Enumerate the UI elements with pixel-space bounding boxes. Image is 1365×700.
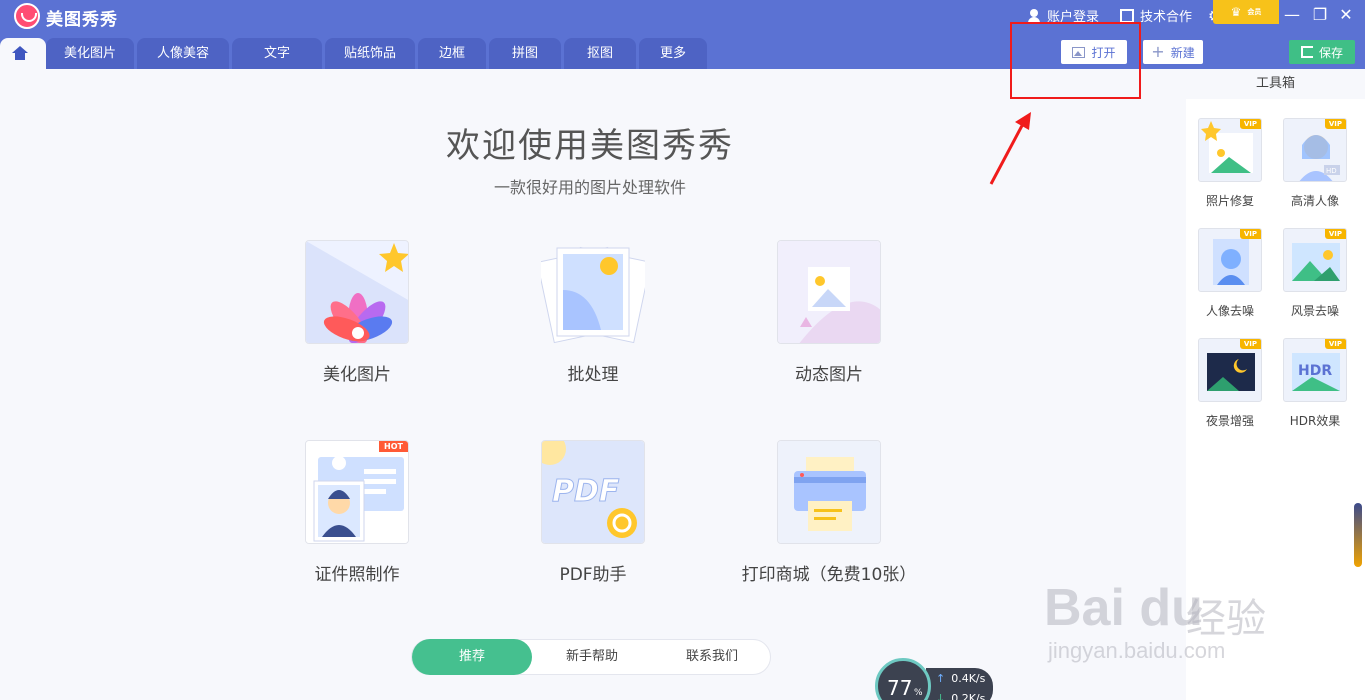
feature-label: PDF助手	[559, 565, 627, 585]
hd-tag: HD	[1326, 167, 1337, 175]
tab-recommend[interactable]: 推荐	[412, 639, 532, 675]
minimize-button[interactable]: —	[1280, 2, 1304, 28]
portrait-denoise-icon: VIP	[1198, 228, 1262, 292]
watermark-url: jingyan.baidu.com	[1048, 638, 1226, 663]
tab-more[interactable]: 更多	[639, 38, 707, 69]
tool-label: 照片修复	[1205, 194, 1254, 208]
restore-button[interactable]: ❐	[1308, 2, 1332, 28]
scrollbar[interactable]	[1354, 503, 1362, 567]
tech-cooperation-label: 技术合作	[1140, 10, 1193, 25]
tab-cutout[interactable]: 抠图	[564, 38, 636, 69]
crown-icon: ♛	[1230, 5, 1242, 19]
tablet-icon	[1120, 8, 1134, 23]
tool-night-enhance[interactable]: VIP 夜景增强	[1191, 338, 1269, 429]
hdr-tag: HDR	[1298, 363, 1332, 379]
vip-badge: VIP	[1324, 339, 1346, 349]
hdr-icon: HDR VIP	[1283, 338, 1347, 402]
id-card-icon	[306, 441, 408, 543]
download-speed: ↓ 0.2K/s	[936, 692, 985, 700]
vip-badge: VIP	[1239, 119, 1261, 129]
bottom-tab-bar: 推荐 新手帮助 联系我们	[411, 639, 771, 675]
feature-tile: PDF	[541, 440, 645, 544]
feature-print-mall[interactable]: 打印商城（免费10张）	[729, 440, 929, 585]
feature-tile: HOT	[305, 440, 409, 544]
tool-label: 夜景增强	[1205, 414, 1254, 428]
welcome-title: 欢迎使用美图秀秀	[446, 126, 734, 166]
tab-contact-us[interactable]: 联系我们	[652, 639, 772, 675]
new-button-label: 新建	[1170, 45, 1195, 60]
arrow-up-icon: ↑	[936, 672, 946, 685]
app-title: 美图秀秀	[46, 10, 118, 30]
landscape-denoise-icon: VIP	[1283, 228, 1347, 292]
tab-beautify[interactable]: 美化图片	[46, 38, 134, 69]
flower-icon	[306, 241, 408, 343]
hd-portrait-icon: HD VIP	[1283, 118, 1347, 182]
feature-pdf[interactable]: PDF PDF助手	[493, 440, 693, 585]
feature-tile	[777, 440, 881, 544]
speed-percent: 77	[887, 676, 913, 700]
feature-beautify[interactable]: 美化图片	[257, 240, 457, 385]
feature-id-photo[interactable]: HOT 证件照制作	[257, 440, 457, 585]
animated-image-icon	[778, 241, 880, 343]
tab-beginner-help[interactable]: 新手帮助	[532, 639, 652, 675]
pdf-icon: PDF	[542, 441, 644, 543]
photo-stack-icon	[541, 246, 645, 344]
toolbox-title: 工具箱	[1186, 69, 1365, 99]
tab-text[interactable]: 文字	[232, 38, 322, 69]
annotation-highlight-box	[1010, 22, 1141, 99]
vip-button[interactable]: ♛ 会员	[1213, 0, 1279, 24]
tab-frames[interactable]: 边框	[418, 38, 486, 69]
download-speed-value: 0.2K/s	[951, 692, 986, 700]
feature-label: 打印商城（免费10张）	[741, 565, 917, 585]
new-button[interactable]: + 新建	[1143, 40, 1203, 64]
app-logo-icon	[14, 3, 40, 29]
speed-percent-unit: %	[914, 688, 923, 698]
tab-home[interactable]	[0, 38, 46, 69]
tool-hdr-effect[interactable]: HDR VIP HDR效果	[1276, 338, 1354, 429]
user-icon	[1027, 8, 1041, 23]
export-icon	[1300, 46, 1313, 58]
tool-label: 风景去噪	[1290, 304, 1339, 318]
tool-hd-portrait[interactable]: HD VIP 高清人像	[1276, 118, 1354, 209]
feature-tile	[305, 240, 409, 344]
photo-repair-icon: VIP	[1198, 118, 1262, 182]
feature-tile	[541, 240, 645, 344]
close-button[interactable]: ✕	[1334, 2, 1358, 28]
feature-tile	[777, 240, 881, 344]
home-icon	[12, 46, 28, 60]
tool-label: 人像去噪	[1205, 304, 1254, 318]
tool-landscape-denoise[interactable]: VIP 风景去噪	[1276, 228, 1354, 319]
printer-icon	[778, 441, 880, 543]
hot-badge: HOT	[379, 441, 408, 452]
tool-portrait-denoise[interactable]: VIP 人像去噪	[1191, 228, 1269, 319]
upload-speed: ↑ 0.4K/s	[936, 672, 985, 685]
tab-portrait[interactable]: 人像美容	[137, 38, 229, 69]
tab-stickers[interactable]: 贴纸饰品	[325, 38, 415, 69]
watermark-logo: Bai du	[1044, 579, 1203, 637]
watermark-brand: 经验	[1186, 596, 1266, 642]
upload-speed-value: 0.4K/s	[951, 672, 986, 685]
save-button[interactable]: 保存	[1289, 40, 1355, 64]
tool-photo-repair[interactable]: VIP 照片修复	[1191, 118, 1269, 209]
feature-label: 证件照制作	[314, 565, 400, 585]
plus-icon: +	[1151, 42, 1165, 61]
vip-badge: VIP	[1324, 229, 1346, 239]
feature-batch[interactable]: 批处理	[493, 240, 693, 385]
welcome-subtitle: 一款很好用的图片处理软件	[493, 178, 686, 197]
arrow-down-icon: ↓	[936, 692, 946, 700]
save-button-label: 保存	[1318, 45, 1343, 60]
pdf-art-text: PDF	[552, 474, 620, 509]
feature-label: 美化图片	[323, 365, 391, 385]
tool-label: 高清人像	[1290, 194, 1339, 208]
tool-label: HDR效果	[1289, 414, 1341, 428]
vip-badge: VIP	[1239, 229, 1261, 239]
tab-collage[interactable]: 拼图	[489, 38, 561, 69]
feature-animated[interactable]: 动态图片	[729, 240, 929, 385]
vip-badge: VIP	[1324, 119, 1346, 129]
vip-button-label: 会员	[1247, 8, 1262, 16]
feature-label: 批处理	[567, 365, 619, 385]
night-enhance-icon: VIP	[1198, 338, 1262, 402]
vip-badge: VIP	[1239, 339, 1261, 349]
feature-label: 动态图片	[795, 365, 863, 385]
